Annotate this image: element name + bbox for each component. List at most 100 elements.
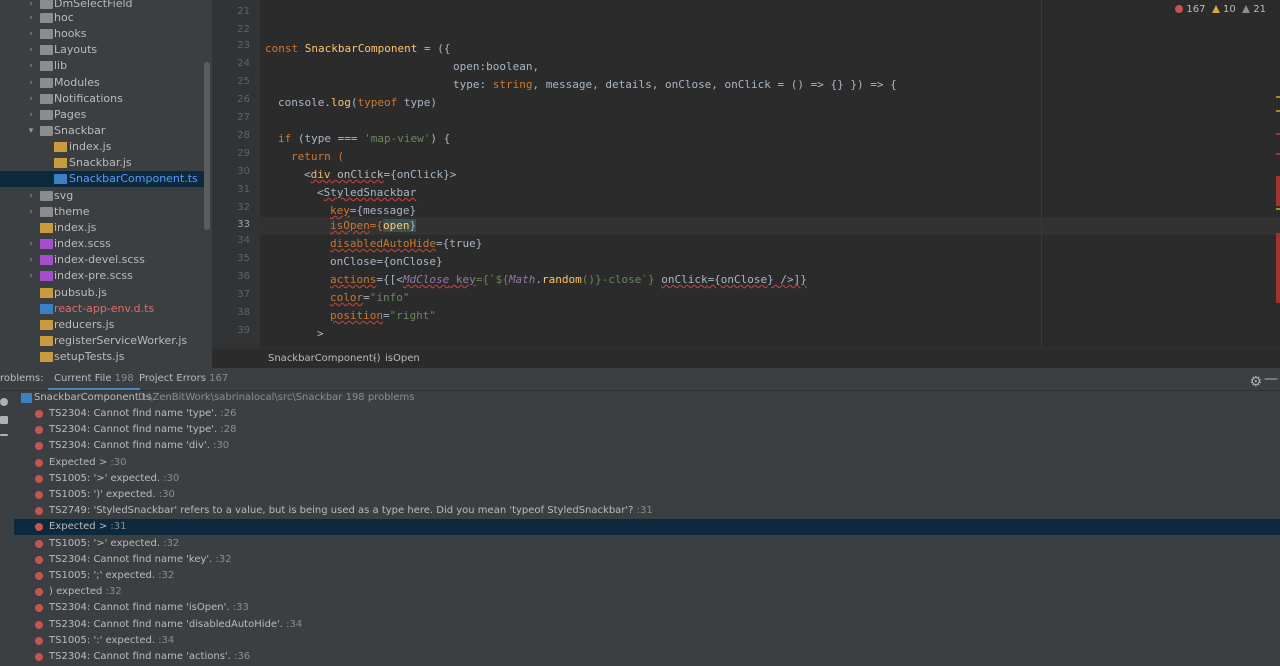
tab-current-file[interactable]: Current File 198	[48, 368, 140, 390]
problem-message: TS2304: Cannot find name 'key'.	[49, 553, 213, 565]
code-token: SnackbarComponent	[304, 42, 418, 55]
code-line-37[interactable]: color="info"	[330, 289, 410, 307]
tree-file-index-scss[interactable]: › index.scss	[0, 236, 206, 252]
problem-row[interactable]: ) expected :32	[14, 584, 1280, 600]
problem-row[interactable]: TS1005: ':' expected. :34	[14, 633, 1280, 649]
problem-row[interactable]: TS2304: Cannot find name 'type'. :26	[14, 406, 1280, 422]
code-line-34[interactable]: disabledAutoHide={true}	[330, 235, 482, 253]
code-editor[interactable]: 21 22 23 24 25 26 27 28 29 30 31 32 33 34 35 36 37 38 39 1…	[212, 0, 1280, 348]
chevron-right-icon[interactable]: ›	[26, 107, 36, 123]
problem-row[interactable]: TS2304: Cannot find name 'div'. :30	[14, 438, 1280, 454]
breadcrumb-item-isopen[interactable]: isOpen	[385, 349, 420, 369]
tree-folder-modules[interactable]: › Modules	[0, 75, 206, 91]
tab-project-errors[interactable]: Project Errors 167	[139, 368, 228, 390]
tree-file-reducers-js[interactable]: reducers.js	[0, 317, 206, 333]
javascript-file-icon	[40, 223, 53, 233]
chevron-right-icon[interactable]: ›	[26, 26, 36, 42]
problem-message: TS1005: ':' expected.	[49, 634, 155, 646]
code-line-39[interactable]: >	[317, 325, 324, 343]
tree-file-react-app-env-d-ts[interactable]: react-app-env.d.ts	[0, 301, 206, 317]
problem-row[interactable]: TS1005: '>' expected. :30	[14, 471, 1280, 487]
problem-row[interactable]: Expected > :31	[14, 519, 1280, 536]
code-token: <	[317, 186, 324, 199]
error-stripe-mark[interactable]	[1276, 233, 1280, 303]
chevron-right-icon[interactable]: ›	[26, 10, 36, 26]
error-icon	[35, 653, 43, 661]
problem-row[interactable]: Expected > :30	[14, 455, 1280, 471]
code-line-24[interactable]: open:boolean,	[453, 58, 539, 76]
error-stripe-mark[interactable]	[1276, 96, 1280, 98]
problem-row[interactable]: TS1005: ')' expected. :30	[14, 487, 1280, 503]
code-line-28[interactable]: if (type === 'map-view') {	[278, 130, 450, 148]
minimize-icon[interactable]: —	[1264, 368, 1278, 390]
problem-row[interactable]: TS2304: Cannot find name 'disabledAutoHi…	[14, 617, 1280, 633]
expand-icon[interactable]	[0, 434, 8, 436]
chevron-right-icon[interactable]: ›	[26, 42, 36, 58]
error-stripe-mark[interactable]	[1276, 110, 1280, 112]
code-line-30[interactable]: <div onClick={onClick}>	[304, 166, 456, 184]
code-line-23[interactable]: const SnackbarComponent = ({	[265, 40, 450, 58]
line-number: 39	[237, 325, 250, 336]
tree-folder-theme[interactable]: › theme	[0, 204, 206, 220]
tree-item-label: index.scss	[54, 237, 111, 250]
tree-file-setuptests-js[interactable]: setupTests.js	[0, 349, 206, 365]
tree-file-index-devel-scss[interactable]: › index-devel.scss	[0, 252, 206, 268]
code-line-26[interactable]: console.log(typeof type)	[278, 94, 437, 112]
error-stripe[interactable]	[1276, 18, 1280, 348]
problem-row[interactable]: TS2304: Cannot find name 'isOpen'. :33	[14, 600, 1280, 616]
tree-file-snackbar-js[interactable]: Snackbar.js	[0, 155, 206, 171]
chevron-right-icon[interactable]: ›	[26, 75, 36, 91]
code-line-36[interactable]: actions={[<MdClose key={`${Math.random()…	[330, 271, 807, 289]
eye-icon[interactable]	[0, 398, 8, 406]
problem-row[interactable]: TS2304: Cannot find name 'key'. :32	[14, 552, 1280, 568]
preview-icon[interactable]	[0, 416, 8, 424]
tree-file-pubsub-js[interactable]: pubsub.js	[0, 285, 206, 301]
problem-row[interactable]: TS1005: ';' expected. :32	[14, 568, 1280, 584]
tree-folder-hoc[interactable]: › hoc	[0, 10, 206, 26]
problem-text-wrapper: Expected > :30	[49, 455, 127, 471]
chevron-right-icon[interactable]: ›	[26, 268, 36, 284]
code-token: typeof	[357, 96, 398, 109]
tree-folder-notifications[interactable]: › Notifications	[0, 91, 206, 107]
code-line-33[interactable]: isOpen={open}	[330, 217, 417, 235]
tree-file-index-js[interactable]: index.js	[0, 139, 206, 155]
error-stripe-mark[interactable]	[1276, 208, 1280, 210]
problem-row[interactable]: TS2749: 'StyledSnackbar' refers to a val…	[14, 503, 1280, 519]
error-stripe-mark[interactable]	[1276, 153, 1280, 155]
problems-file-row[interactable]: SnackbarComponent.ts D:\ZenBitWork\sabri…	[14, 390, 1280, 406]
tree-file-snackbarcomponent-ts[interactable]: SnackbarComponent.ts	[0, 171, 206, 187]
problem-row[interactable]: TS1005: '>' expected. :32	[14, 536, 1280, 552]
tree-folder-layouts[interactable]: › Layouts	[0, 42, 206, 58]
code-line-31[interactable]: <StyledSnackbar	[317, 184, 416, 202]
tree-folder-pages[interactable]: › Pages	[0, 107, 206, 123]
code-line-29[interactable]: return (	[291, 148, 344, 166]
tree-file-index-js[interactable]: index.js	[0, 220, 206, 236]
code-line-35[interactable]: onClose={onClose}	[330, 253, 443, 271]
tree-folder-lib[interactable]: › lib	[0, 58, 206, 74]
error-stripe-mark[interactable]	[1276, 176, 1280, 206]
chevron-right-icon[interactable]: ›	[26, 91, 36, 107]
chevron-right-icon[interactable]: ›	[26, 204, 36, 220]
code-token: Math	[508, 273, 536, 286]
chevron-right-icon[interactable]: ›	[26, 188, 36, 204]
inspection-status[interactable]: 167 10 21	[1175, 4, 1266, 15]
code-token: onClick	[661, 273, 708, 286]
error-stripe-mark[interactable]	[1276, 133, 1280, 135]
error-icon	[1175, 5, 1184, 13]
chevron-down-icon[interactable]: ▾	[26, 123, 36, 139]
code-line-38[interactable]: position="right"	[330, 307, 436, 325]
tree-file-registerserviceworker-js[interactable]: registerServiceWorker.js	[0, 333, 206, 349]
problem-location: :32	[215, 553, 232, 565]
tree-folder-svg[interactable]: › svg	[0, 188, 206, 204]
problem-row[interactable]: TS2304: Cannot find name 'type'. :28	[14, 422, 1280, 438]
chevron-right-icon[interactable]: ›	[26, 252, 36, 268]
tree-file-index-pre-scss[interactable]: › index-pre.scss	[0, 268, 206, 284]
tree-folder-snackbar[interactable]: ▾ Snackbar	[0, 123, 206, 139]
chevron-right-icon[interactable]: ›	[26, 58, 36, 74]
tab-label: Current File	[54, 373, 112, 384]
chevron-right-icon[interactable]: ›	[26, 236, 36, 252]
breadcrumb-item-function[interactable]: SnackbarComponent()	[268, 349, 381, 369]
tree-folder-hooks[interactable]: › hooks	[0, 26, 206, 42]
code-line-25[interactable]: type: string, message, details, onClose,…	[453, 76, 897, 94]
problem-row[interactable]: TS2304: Cannot find name 'actions'. :36	[14, 649, 1280, 665]
